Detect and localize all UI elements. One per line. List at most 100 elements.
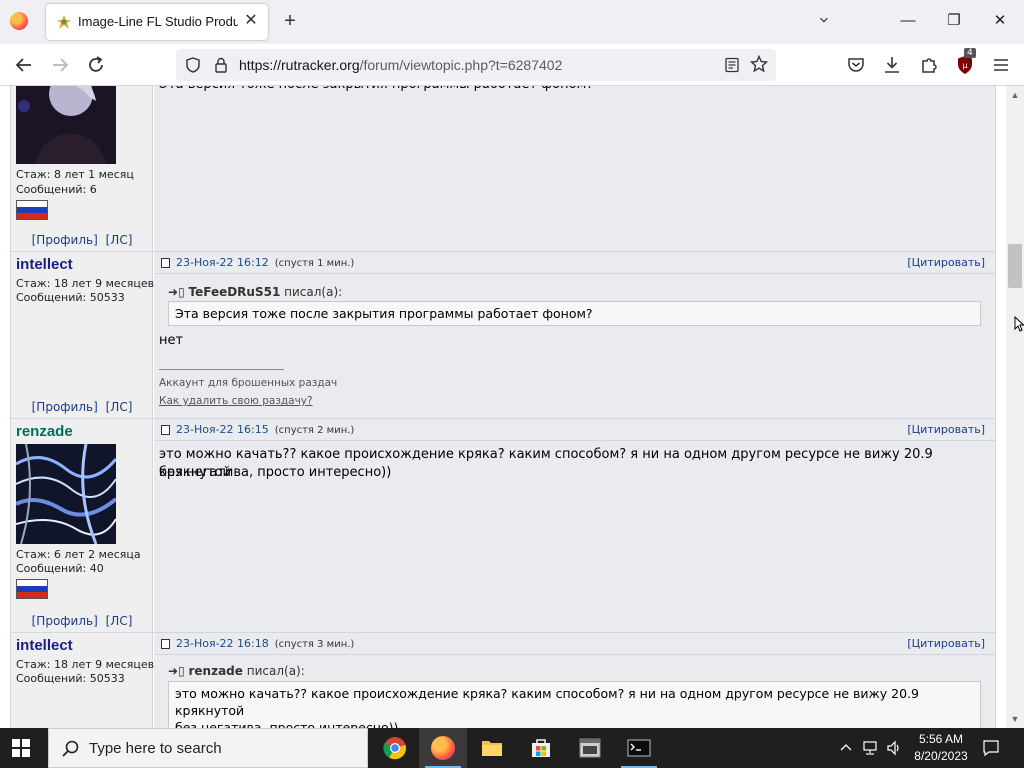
- profile-link[interactable]: [Профиль]: [32, 614, 98, 628]
- network-icon[interactable]: [862, 740, 880, 756]
- post-link-icon[interactable]: [161, 425, 170, 435]
- author-nick[interactable]: intellect: [16, 637, 73, 654]
- tab-bar: Image-Line FL Studio Producer ✕ + — ❐ ✕: [0, 0, 1024, 44]
- list-all-tabs-icon[interactable]: [819, 14, 833, 28]
- quote-author: ➜▯ renzade писал(а):: [168, 664, 305, 678]
- post-header: 23-Ноя-22 16:12 (спустя 1 мин.) [Цитирова…: [154, 252, 995, 274]
- taskbar-chrome[interactable]: [371, 728, 419, 768]
- post-author-column: renzade Стаж: 6 лет 2 месяца Сообщений: …: [11, 419, 153, 632]
- forum-post: Стаж: 8 лет 1 месяц Сообщений: 6 [Профил…: [10, 86, 996, 251]
- user-experience: Стаж: 18 лет 9 месяцев: [16, 658, 155, 671]
- taskbar-app-window[interactable]: [566, 728, 614, 768]
- signature-link[interactable]: Как удалить свою раздачу?: [159, 395, 313, 407]
- post-text: без негатива, просто интересно)): [159, 465, 392, 480]
- volume-icon[interactable]: [886, 740, 902, 756]
- post-body: Эта версия тоже после закрытия программы…: [154, 86, 995, 251]
- close-window-button[interactable]: ✕: [990, 10, 1010, 32]
- ublock-badge: 4: [964, 48, 976, 58]
- tab-close-icon[interactable]: ✕: [242, 12, 260, 30]
- clock-date: 8/20/2023: [914, 749, 968, 763]
- tab-title: Image-Line FL Studio Producer: [78, 14, 238, 29]
- url-bar[interactable]: https://rutracker.org/forum/viewtopic.ph…: [176, 49, 776, 81]
- downloads-icon[interactable]: [882, 55, 902, 75]
- post-header: 23-Ноя-22 16:15 (спустя 2 мин.) [Цитирова…: [154, 419, 995, 441]
- user-experience: Стаж: 8 лет 1 месяц: [16, 168, 134, 181]
- user-experience: Стаж: 6 лет 2 месяца: [16, 548, 141, 561]
- quote-author: ➜▯ TeFeeDRuS51 писал(а):: [168, 285, 343, 299]
- post-body: 23-Ноя-22 16:15 (спустя 2 мин.) [Цитирова…: [154, 419, 995, 632]
- svg-text:μ: μ: [962, 61, 967, 70]
- post-author-column: intellect Стаж: 18 лет 9 месяцев Сообщен…: [11, 633, 155, 728]
- tracking-protection-shield-icon[interactable]: [186, 57, 200, 73]
- ublock-origin-icon[interactable]: μ 4: [955, 48, 976, 75]
- quote-box: Эта версия тоже после закрытия программы…: [168, 301, 981, 326]
- reader-view-icon[interactable]: [724, 57, 740, 73]
- user-avatar: [16, 86, 116, 166]
- pm-link[interactable]: [ЛС]: [106, 614, 133, 628]
- scroll-down-arrow-icon[interactable]: ▼: [1010, 714, 1020, 724]
- url-text[interactable]: https://rutracker.org/forum/viewtopic.ph…: [239, 57, 562, 73]
- quote-button[interactable]: [Цитировать]: [907, 423, 985, 436]
- store-bag-icon: [532, 739, 550, 757]
- forward-arrow-icon[interactable]: [49, 54, 71, 76]
- system-clock[interactable]: 5:56 AM 8/20/2023: [906, 731, 976, 765]
- minimize-button[interactable]: —: [898, 10, 918, 32]
- post-date[interactable]: 23-Ноя-22 16:12 (спустя 1 мин.): [176, 256, 354, 269]
- pocket-icon[interactable]: [846, 55, 866, 75]
- post-header: 23-Ноя-22 16:18 (спустя 3 мин.) [Цитирова…: [154, 633, 995, 655]
- extensions-puzzle-icon[interactable]: [919, 55, 939, 75]
- post-date[interactable]: 23-Ноя-22 16:15 (спустя 2 мин.): [176, 423, 354, 436]
- author-nick[interactable]: renzade: [16, 423, 73, 440]
- new-tab-button[interactable]: +: [280, 11, 300, 31]
- quote-box: это можно качать?? какое происхождение к…: [168, 681, 981, 728]
- application-window-icon: [579, 738, 601, 758]
- search-placeholder: Type here to search: [89, 740, 222, 757]
- tray-chevron-up-icon[interactable]: [840, 742, 852, 754]
- pm-link[interactable]: [ЛС]: [106, 233, 133, 247]
- tab-active[interactable]: Image-Line FL Studio Producer ✕: [46, 4, 268, 40]
- post-author-column: Стаж: 8 лет 1 месяц Сообщений: 6 [Профил…: [11, 86, 153, 251]
- russia-flag-icon: [16, 579, 48, 599]
- maximize-button[interactable]: ❐: [944, 10, 964, 32]
- author-nick[interactable]: intellect: [16, 256, 73, 273]
- reload-icon[interactable]: [85, 54, 107, 76]
- taskbar-search-box[interactable]: Type here to search: [48, 728, 368, 768]
- scrollbar-thumb[interactable]: [1008, 244, 1022, 288]
- taskbar-firefox[interactable]: [419, 728, 467, 768]
- scroll-up-arrow-icon[interactable]: ▲: [1010, 90, 1020, 100]
- profile-link[interactable]: [Профиль]: [32, 400, 98, 414]
- page-scrollbar[interactable]: ▲ ▼: [1006, 86, 1024, 728]
- post-link-icon[interactable]: [161, 258, 170, 268]
- windows-start-icon[interactable]: [12, 739, 30, 757]
- quote-button[interactable]: [Цитировать]: [907, 637, 985, 650]
- mouse-cursor-icon: [1014, 316, 1024, 332]
- taskbar-terminal[interactable]: [615, 728, 663, 768]
- lock-icon[interactable]: [214, 57, 228, 73]
- post-link-icon[interactable]: [161, 639, 170, 649]
- russia-flag-icon: [16, 200, 48, 220]
- quote-arrow-icon: ➜: [168, 285, 179, 299]
- quote-doc-icon: ▯: [178, 664, 185, 678]
- taskbar-store[interactable]: [517, 728, 565, 768]
- profile-links: [Профиль] [ЛС]: [11, 400, 153, 414]
- user-avatar: [15, 443, 118, 545]
- bookmark-star-icon[interactable]: [750, 55, 768, 73]
- notifications-icon[interactable]: [982, 739, 1000, 757]
- folder-icon: [482, 741, 502, 756]
- post-date[interactable]: 23-Ноя-22 16:18 (спустя 3 мин.): [176, 637, 354, 650]
- search-icon: [62, 740, 79, 757]
- profile-link[interactable]: [Профиль]: [32, 233, 98, 247]
- firefox-icon: [431, 736, 455, 760]
- signature-line: Аккаунт для брошенных раздач: [159, 377, 338, 389]
- firefox-menu-icon[interactable]: [10, 12, 28, 30]
- windows-taskbar: Type here to search 5:56 AM 8/20/2023: [0, 728, 1024, 768]
- profile-links: [Профиль] [ЛС]: [11, 233, 153, 247]
- quote-arrow-icon: ➜: [168, 664, 179, 678]
- back-arrow-icon[interactable]: [13, 54, 35, 76]
- hamburger-menu-icon[interactable]: [991, 55, 1011, 75]
- pm-link[interactable]: [ЛС]: [106, 400, 133, 414]
- navigation-bar: https://rutracker.org/forum/viewtopic.ph…: [0, 44, 1024, 86]
- taskbar-file-explorer[interactable]: [468, 728, 516, 768]
- user-experience: Стаж: 18 лет 9 месяцев: [16, 277, 155, 290]
- quote-button[interactable]: [Цитировать]: [907, 256, 985, 269]
